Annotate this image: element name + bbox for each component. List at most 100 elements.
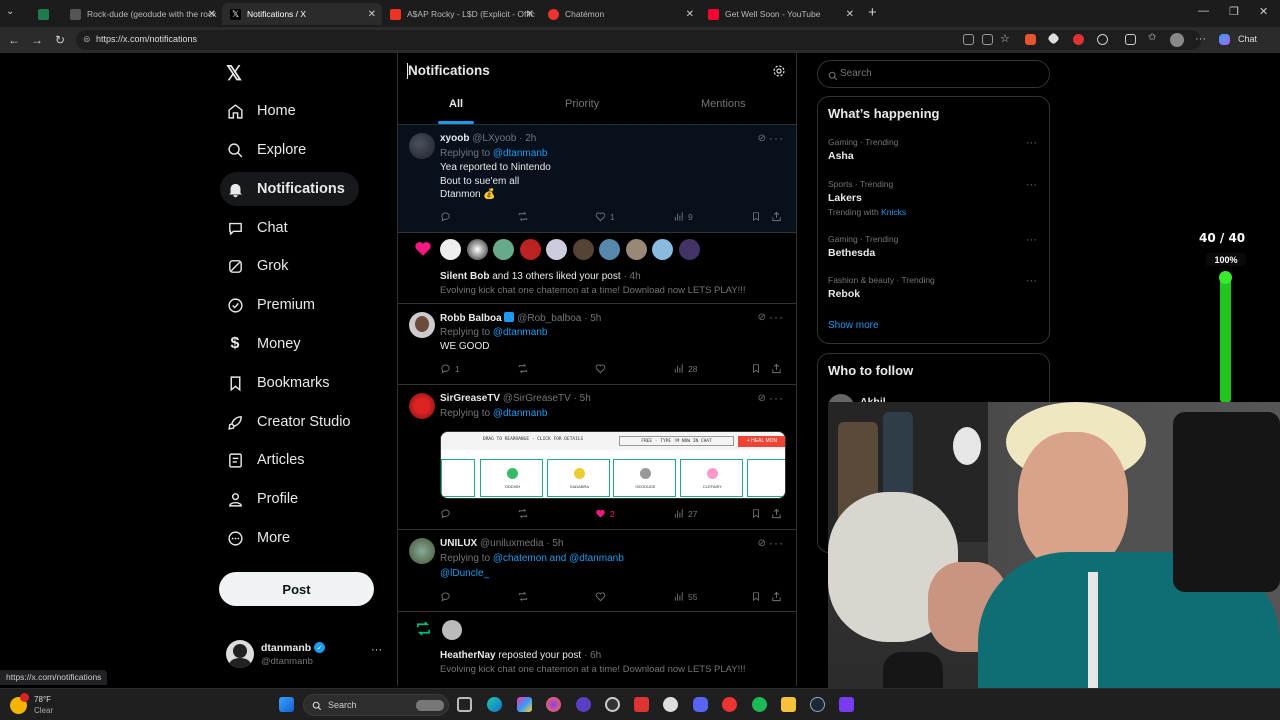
close-icon[interactable]: ✕ xyxy=(846,9,854,20)
notification-reply[interactable]: UNILUX @uniluxmedia · 5h ⊘ ··· Replying … xyxy=(398,530,796,612)
forward-icon[interactable]: → xyxy=(31,33,43,47)
extension-icon[interactable] xyxy=(963,34,974,45)
trend-item[interactable]: Gaming · Trending Bethesda ··· xyxy=(818,234,1049,268)
more-icon[interactable]: ··· xyxy=(769,131,784,145)
repost-button[interactable] xyxy=(517,591,533,602)
tab-priority[interactable]: Priority xyxy=(565,98,599,110)
nav-item-articles[interactable]: Articles xyxy=(220,443,317,477)
extension-icon[interactable] xyxy=(1097,34,1108,45)
more-menu-icon[interactable]: ··· xyxy=(1195,33,1206,45)
reply-button[interactable]: 1 xyxy=(440,363,460,374)
views-button[interactable]: 9 xyxy=(673,211,693,222)
related-trend-link[interactable]: Knicks xyxy=(881,207,906,217)
close-icon[interactable]: ✕ xyxy=(686,9,694,20)
itunes-icon[interactable] xyxy=(663,697,678,712)
settings-icon[interactable] xyxy=(772,64,786,81)
notification-reply[interactable]: SirGreaseTV @SirGreaseTV · 5h ⊘ ··· Repl… xyxy=(398,385,796,530)
repost-button[interactable] xyxy=(517,508,533,519)
reply-button[interactable] xyxy=(440,591,455,602)
reply-button[interactable] xyxy=(440,211,455,222)
reader-icon[interactable] xyxy=(982,34,993,45)
weather-widget[interactable]: 78°F Clear xyxy=(10,692,70,718)
grok-icon[interactable]: ⊘ xyxy=(758,133,766,144)
tab-all[interactable]: All xyxy=(449,98,463,110)
browser-tab-3[interactable]: 𝕏 Notifications / X ✕ xyxy=(222,3,382,25)
browser-tab-5[interactable]: Chatémon ✕ xyxy=(540,3,700,25)
more-icon[interactable]: ··· xyxy=(769,310,784,324)
close-window-icon[interactable]: ✕ xyxy=(1259,5,1268,18)
nav-item-chat[interactable]: Chat xyxy=(220,211,300,245)
reposter-name[interactable]: HeatherNay xyxy=(440,650,496,661)
post-button[interactable]: Post xyxy=(219,572,374,606)
nav-item-more[interactable]: More xyxy=(220,521,302,555)
more-icon[interactable]: ··· xyxy=(769,391,784,405)
back-icon[interactable]: ← xyxy=(8,33,20,47)
extension-icon[interactable] xyxy=(1025,34,1036,45)
spotify-icon[interactable] xyxy=(752,697,767,712)
tweet-media[interactable]: DRAG TO REARRANGE · CLICK FOR DETAILS FR… xyxy=(440,431,786,499)
show-more-link[interactable]: Show more xyxy=(828,320,879,331)
grok-icon[interactable]: ⊘ xyxy=(758,312,766,323)
task-view-icon[interactable] xyxy=(457,697,472,712)
new-tab-icon[interactable]: + xyxy=(868,4,877,21)
close-icon[interactable]: ✕ xyxy=(368,9,376,20)
views-button[interactable]: 28 xyxy=(673,363,697,374)
nav-item-money[interactable]: $ Money xyxy=(220,327,313,361)
like-button[interactable] xyxy=(595,363,610,374)
trend-item[interactable]: Fashion & beauty · Trending Rebok ··· xyxy=(818,275,1049,309)
chat-button[interactable]: Chat xyxy=(1238,34,1257,44)
more-icon[interactable]: ··· xyxy=(1026,137,1037,149)
app-icon[interactable] xyxy=(839,697,854,712)
app-icon[interactable] xyxy=(634,697,649,712)
taskbar-search[interactable]: Search xyxy=(303,694,449,716)
more-icon[interactable]: ··· xyxy=(1026,275,1037,287)
mention-link[interactable]: @dtanmanb xyxy=(493,327,548,338)
bookmark-icon[interactable] xyxy=(751,508,765,519)
bookmark-icon[interactable] xyxy=(751,211,765,222)
extension-icon[interactable] xyxy=(1125,34,1136,45)
obs-icon[interactable] xyxy=(605,697,620,712)
tab-list-icon[interactable]: ⌄ xyxy=(6,6,14,17)
share-icon[interactable] xyxy=(771,508,786,519)
like-button[interactable]: 2 xyxy=(595,508,615,519)
browser-tab-2[interactable]: Rock-dude (geodude with the rock ✕ xyxy=(62,3,222,25)
reply-button[interactable] xyxy=(440,508,455,519)
nav-item-bookmarks[interactable]: Bookmarks xyxy=(220,366,342,400)
firefox-icon[interactable] xyxy=(546,697,561,712)
nav-item-home[interactable]: Home xyxy=(220,94,308,128)
steam-icon[interactable] xyxy=(810,697,825,712)
minimize-icon[interactable]: — xyxy=(1198,5,1209,17)
views-button[interactable]: 27 xyxy=(673,508,697,519)
extension-icon[interactable] xyxy=(1073,34,1084,45)
more-icon[interactable]: ··· xyxy=(769,536,784,550)
notification-likes[interactable]: Silent Bob and 13 others liked your post… xyxy=(398,233,796,304)
start-icon[interactable] xyxy=(279,697,294,712)
tab-mentions[interactable]: Mentions xyxy=(701,98,746,110)
app-icon[interactable] xyxy=(517,697,532,712)
mention-link[interactable]: @dtanmanb xyxy=(493,408,548,419)
account-switcher[interactable]: dtanmanb ✓ @dtanmanb ··· xyxy=(226,638,384,672)
views-button[interactable]: 55 xyxy=(673,591,697,602)
notification-reply[interactable]: xyoob @LXyoob · 2h ⊘ ··· Replying to @dt… xyxy=(398,125,796,233)
favorite-icon[interactable]: ☆ xyxy=(1000,32,1011,45)
repost-button[interactable] xyxy=(517,211,533,222)
file-explorer-icon[interactable] xyxy=(781,697,796,712)
more-icon[interactable]: ··· xyxy=(1026,179,1037,191)
grok-icon[interactable]: ⊘ xyxy=(758,538,766,549)
bookmark-icon[interactable] xyxy=(751,363,765,374)
like-button[interactable] xyxy=(595,591,610,602)
nav-item-creator-studio[interactable]: Creator Studio xyxy=(220,405,363,439)
discord-icon[interactable] xyxy=(693,697,708,712)
browser-tab-1[interactable] xyxy=(30,3,58,25)
repost-button[interactable] xyxy=(517,363,533,374)
edge-icon[interactable] xyxy=(487,697,502,712)
notification-repost[interactable]: HeatherNay reposted your post · 6h Evolv… xyxy=(398,612,796,686)
favorites-bar-icon[interactable]: ✩ xyxy=(1148,32,1159,43)
trend-item[interactable]: Sports · Trending Lakers Trending with K… xyxy=(818,179,1049,227)
nav-item-notifications[interactable]: Notifications xyxy=(220,172,359,206)
share-icon[interactable] xyxy=(771,363,786,374)
site-info-icon[interactable]: ⊜ xyxy=(83,34,91,45)
more-icon[interactable]: ··· xyxy=(371,644,382,656)
like-button[interactable]: 1 xyxy=(595,211,615,222)
x-logo-icon[interactable]: 𝕏 xyxy=(226,61,242,86)
